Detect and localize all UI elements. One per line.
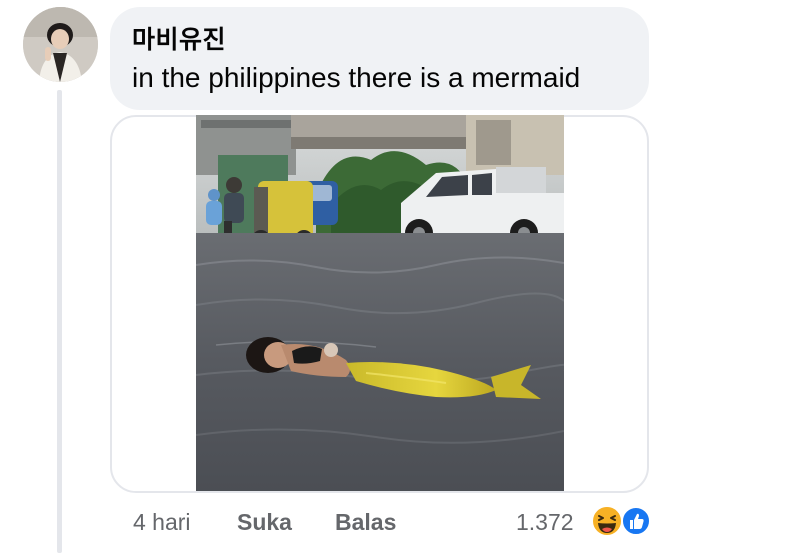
haha-reaction-icon [591,505,623,537]
like-reaction-icon [621,506,651,536]
attached-photo[interactable] [196,115,564,491]
reaction-icons[interactable] [589,505,653,537]
like-button[interactable]: Suka [237,508,292,536]
flood-mermaid-photo [196,115,564,491]
commenter-avatar[interactable] [23,7,98,82]
comment-author-name[interactable]: 마비유진 [132,25,627,55]
thread-connector-line [57,90,62,553]
avatar-photo [23,7,98,82]
comment-timestamp[interactable]: 4 hari [133,508,191,536]
comment-bubble: 마비유진 in the philippines there is a merma… [110,7,649,110]
comment-thread: 마비유진 in the philippines there is a merma… [0,0,800,553]
reply-button[interactable]: Balas [335,508,396,536]
comment-text: in the philippines there is a mermaid [132,62,581,93]
comment-actions: 4 hari Suka Balas 1.372 [0,500,800,544]
reaction-count[interactable]: 1.372 [516,508,574,536]
